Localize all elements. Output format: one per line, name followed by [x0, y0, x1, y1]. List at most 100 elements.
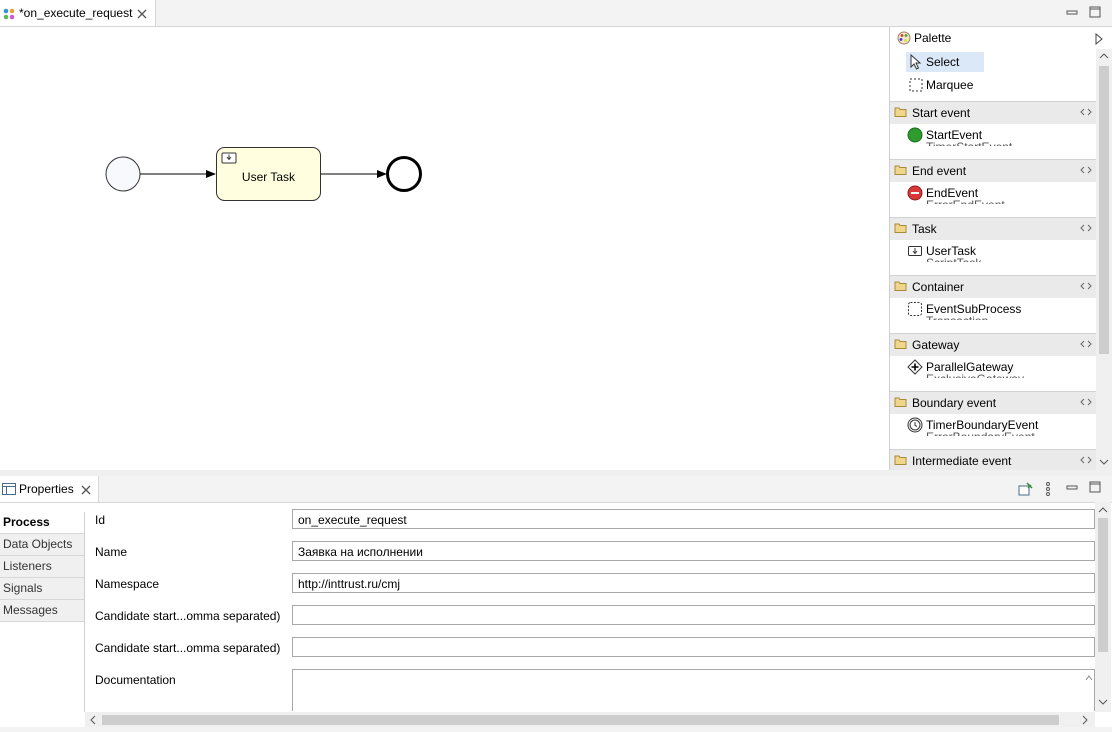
- palette-group-container[interactable]: Container: [890, 275, 1096, 298]
- palette-title: Palette: [914, 31, 952, 45]
- minimize-icon[interactable]: [1065, 5, 1079, 19]
- palette-item-clipped: Transaction: [926, 314, 988, 320]
- palette-tool-marquee[interactable]: Marquee: [906, 75, 1006, 95]
- palette-item-user-task[interactable]: UserTask ScriptTask: [890, 240, 1096, 262]
- properties-title: Properties: [19, 482, 74, 496]
- folder-open-icon: [894, 107, 907, 117]
- folder-open-icon: [894, 397, 907, 407]
- candidate-starter-users-field[interactable]: [292, 605, 1095, 625]
- documentation-field[interactable]: [292, 669, 1095, 711]
- collapse-arrows-icon[interactable]: [1080, 223, 1092, 233]
- properties-tab-label: Data Objects: [3, 537, 73, 551]
- editor-tab[interactable]: *on_execute_request: [0, 0, 156, 26]
- user-task-label: User Task: [241, 170, 296, 184]
- properties-view-tab[interactable]: Properties: [0, 476, 99, 502]
- properties-icon: [2, 483, 16, 495]
- chevron-down-icon[interactable]: [1098, 698, 1108, 706]
- candidate-starter-groups-field[interactable]: [292, 637, 1095, 657]
- properties-tab-listeners[interactable]: Listeners: [0, 556, 84, 578]
- field-label-documentation: Documentation: [95, 673, 176, 687]
- diagram-canvas[interactable]: User Task: [0, 27, 889, 470]
- close-icon[interactable]: [137, 9, 147, 19]
- properties-vertical-scrollbar[interactable]: [1095, 502, 1111, 712]
- properties-vscroll-thumb[interactable]: [1098, 518, 1108, 652]
- chevron-down-icon[interactable]: [1099, 458, 1109, 466]
- properties-tab-signals[interactable]: Signals: [0, 578, 84, 600]
- palette-tool-label: Select: [926, 55, 960, 69]
- palette-tool-label: Marquee: [926, 78, 974, 92]
- palette-group-intermediate-event[interactable]: Intermediate event: [890, 449, 1096, 472]
- properties-tab-messages[interactable]: Messages: [0, 600, 84, 622]
- event-subprocess-icon: [908, 302, 922, 316]
- collapse-arrows-icon[interactable]: [1080, 165, 1092, 175]
- field-label-candidate-starter-groups: Candidate start...omma separated): [95, 641, 281, 655]
- palette-group-boundary-event[interactable]: Boundary event: [890, 391, 1096, 414]
- maximize-icon[interactable]: [1088, 480, 1102, 494]
- field-label-candidate-starter-users: Candidate start...omma separated): [95, 609, 281, 623]
- pin-view-icon[interactable]: [1018, 482, 1033, 496]
- palette-group-label: Container: [912, 280, 965, 294]
- minimize-icon[interactable]: [1065, 480, 1079, 494]
- palette-item-event-subprocess[interactable]: EventSubProcess Transaction: [890, 298, 1096, 320]
- palette-group-end-event[interactable]: End event: [890, 159, 1096, 182]
- user-task-icon: [908, 246, 922, 256]
- palette-item-clipped: ScriptTask: [926, 256, 981, 262]
- palette-item-timer-boundary-event[interactable]: TimerBoundaryEvent ErrorBoundaryEvent: [890, 414, 1096, 436]
- palette-group-label: End event: [912, 164, 967, 178]
- properties-tab-bar: [0, 476, 1112, 503]
- namespace-field[interactable]: http://inttrust.ru/cmj: [292, 573, 1095, 593]
- palette-scrollbar-thumb[interactable]: [1099, 66, 1109, 354]
- folder-open-icon: [894, 223, 907, 233]
- palette-group-label: Intermediate event: [912, 454, 1012, 468]
- palette-item-parallel-gateway[interactable]: ParallelGateway ExclusiveGateway: [890, 356, 1096, 378]
- palette-item-clipped: ExclusiveGateway: [926, 372, 1024, 378]
- documentation-scroll-up-icon[interactable]: [1085, 674, 1093, 682]
- palette-header: Palette: [890, 27, 1096, 49]
- id-field[interactable]: on_execute_request: [292, 509, 1095, 529]
- palette-group-label: Task: [912, 222, 937, 236]
- properties-hscroll-thumb[interactable]: [102, 715, 1059, 725]
- close-icon[interactable]: [81, 485, 91, 495]
- collapse-arrows-icon[interactable]: [1080, 281, 1092, 291]
- palette-item-clipped: ErrorBoundaryEvent: [926, 430, 1035, 436]
- palette-group-gateway[interactable]: Gateway: [890, 333, 1096, 356]
- properties-tab-list: Process Data Objects Listeners Signals M…: [0, 512, 85, 712]
- palette-group-start-event[interactable]: Start event: [890, 101, 1096, 124]
- diagram-svg: [105, 147, 422, 201]
- palette-group-label: Start event: [912, 106, 971, 120]
- palette-item-clipped: TimerStartEvent: [926, 140, 1012, 146]
- end-event-icon: [907, 185, 923, 201]
- field-label-id: Id: [95, 513, 106, 527]
- palette-group-label: Gateway: [912, 338, 960, 352]
- arrow-cursor-icon: [910, 54, 922, 70]
- palette-item-end-event[interactable]: EndEvent ErrorEndEvent: [890, 182, 1096, 204]
- palette-item-start-event[interactable]: StartEvent TimerStartEvent: [890, 124, 1096, 146]
- palette-collapse-icon[interactable]: [1094, 33, 1104, 45]
- folder-open-icon: [894, 281, 907, 291]
- view-menu-icon[interactable]: [1044, 481, 1052, 497]
- properties-tab-label: Process: [3, 515, 50, 529]
- collapse-arrows-icon[interactable]: [1080, 339, 1092, 349]
- chevron-up-icon[interactable]: [1098, 506, 1108, 514]
- parallel-gateway-icon: [907, 359, 923, 375]
- palette-group-task[interactable]: Task: [890, 217, 1096, 240]
- properties-tab-label: Listeners: [3, 559, 52, 573]
- end-event[interactable]: [386, 156, 422, 192]
- folder-open-icon: [894, 165, 907, 175]
- properties-tab-data-objects[interactable]: Data Objects: [0, 534, 84, 556]
- name-field[interactable]: Заявка на исполнении: [292, 541, 1095, 561]
- chevron-left-icon[interactable]: [89, 715, 97, 725]
- chevron-right-icon[interactable]: [1081, 715, 1089, 725]
- collapse-arrows-icon[interactable]: [1080, 107, 1092, 117]
- palette-scrollbar[interactable]: [1096, 49, 1112, 470]
- collapse-arrows-icon[interactable]: [1080, 397, 1092, 407]
- folder-open-icon: [894, 455, 907, 465]
- properties-tab-process[interactable]: Process: [0, 512, 84, 534]
- palette-tool-select[interactable]: Select: [906, 52, 984, 72]
- chevron-up-icon[interactable]: [1099, 52, 1109, 60]
- properties-horizontal-scrollbar[interactable]: [85, 712, 1095, 727]
- maximize-icon[interactable]: [1088, 5, 1102, 19]
- collapse-arrows-icon[interactable]: [1080, 455, 1092, 465]
- field-label-name: Name: [95, 545, 128, 559]
- start-event[interactable]: [105, 156, 141, 192]
